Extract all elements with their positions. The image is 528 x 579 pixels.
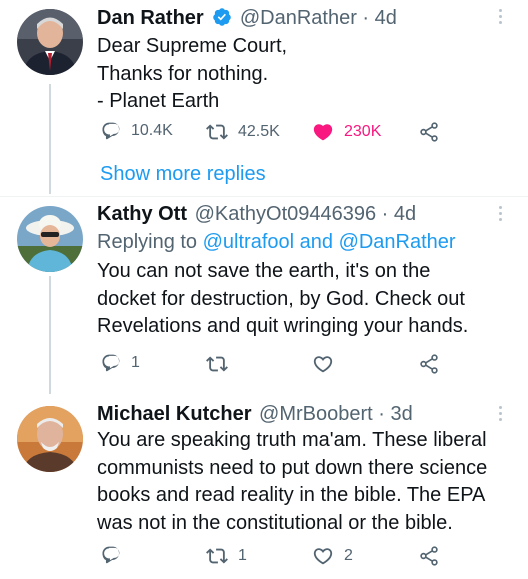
retweet-icon bbox=[206, 124, 228, 140]
thread-connector-line bbox=[49, 276, 51, 394]
replying-to-users-link[interactable]: @ultrafool and @DanRather bbox=[203, 231, 456, 253]
tweet-timestamp[interactable]: · 3d bbox=[378, 403, 412, 425]
author-handle[interactable]: @MrBoobert bbox=[259, 403, 373, 425]
tweet-text-line: Dear Supreme Court, bbox=[97, 35, 288, 57]
like-button[interactable]: 2 bbox=[312, 545, 353, 567]
tweet-text-line: You can not save the earth, it's on the bbox=[97, 260, 431, 282]
tweet-text-line: was not in the constitutional or the bib… bbox=[97, 511, 453, 534]
share-icon bbox=[420, 122, 438, 142]
tweet-text-line: communists need to put down there scienc… bbox=[97, 456, 488, 479]
tweet-text-line: Revelations and quit wringing your hands… bbox=[97, 315, 469, 337]
share-icon bbox=[420, 546, 438, 566]
tweet-text: You are speaking truth ma'am. These libe… bbox=[97, 427, 487, 537]
avatar-portrait-kathy-ott bbox=[17, 206, 83, 272]
share-button[interactable] bbox=[418, 353, 440, 375]
tweet-header: Dan Rather @DanRather · 4d bbox=[97, 6, 397, 33]
reply-button[interactable] bbox=[101, 545, 131, 565]
replying-to-label: Replying to bbox=[97, 231, 198, 253]
tweet-text: Dear Supreme Court, Thanks for nothing. … bbox=[97, 33, 287, 116]
tweet-text-line: books and read reality in the bible. The… bbox=[97, 484, 486, 506]
tweet-text-line: - Planet Earth bbox=[97, 90, 220, 112]
heart-filled-icon bbox=[313, 124, 333, 141]
retweet-icon bbox=[206, 356, 228, 372]
more-options-icon[interactable] bbox=[499, 406, 503, 426]
avatar-portrait-michael-kutcher bbox=[17, 406, 83, 472]
author-handle[interactable]: @DanRather bbox=[240, 7, 357, 29]
like-button[interactable]: 230K bbox=[312, 121, 381, 143]
tweet-timestamp[interactable]: · 4d bbox=[382, 203, 416, 225]
verified-badge-icon bbox=[212, 7, 232, 33]
tweet-timestamp[interactable]: · 4d bbox=[362, 7, 396, 29]
avatar-dan-rather[interactable] bbox=[17, 9, 83, 75]
reply-count: 1 bbox=[131, 354, 140, 371]
retweet-count: 1 bbox=[238, 547, 247, 564]
thread-connector-line bbox=[49, 84, 51, 194]
author-name[interactable]: Dan Rather bbox=[97, 7, 204, 29]
author-name[interactable]: Michael Kutcher bbox=[97, 403, 251, 425]
author-name[interactable]: Kathy Ott bbox=[97, 203, 187, 225]
retweet-button[interactable]: 42.5K bbox=[206, 121, 280, 143]
retweet-button[interactable]: 1 bbox=[206, 545, 247, 567]
avatar-kathy-ott[interactable] bbox=[17, 206, 83, 272]
retweet-count: 42.5K bbox=[238, 123, 280, 140]
reply-button[interactable]: 1 bbox=[101, 353, 140, 373]
show-more-replies-link[interactable]: Show more replies bbox=[100, 163, 266, 186]
avatar-michael-kutcher[interactable] bbox=[17, 406, 83, 472]
tweet-header: Michael Kutcher @MrBoobert · 3d bbox=[97, 402, 413, 426]
reply-button[interactable]: 10.4K bbox=[101, 121, 173, 141]
like-count: 230K bbox=[344, 123, 382, 140]
tweet-text-line: You are speaking truth ma'am. These libe… bbox=[97, 429, 487, 451]
tweet-text: You can not save the earth, it's on the … bbox=[97, 258, 468, 341]
replying-to-line: Replying to @ultrafool and @DanRather bbox=[97, 230, 456, 254]
tweet-header: Kathy Ott @KathyOt09446396 · 4d bbox=[97, 202, 416, 226]
heart-outline-icon bbox=[313, 356, 333, 373]
tweet-text-line: docket for destruction, by God. Check ou… bbox=[97, 287, 465, 310]
heart-outline-icon bbox=[313, 548, 333, 565]
share-button[interactable] bbox=[418, 545, 440, 567]
retweet-icon bbox=[206, 548, 228, 564]
tweet-text-line: Thanks for nothing. bbox=[97, 62, 269, 85]
like-count: 2 bbox=[344, 547, 353, 564]
author-handle[interactable]: @KathyOt09446396 bbox=[195, 203, 377, 225]
share-icon bbox=[420, 354, 438, 374]
avatar-portrait-dan-rather bbox=[17, 9, 83, 75]
reply-icon bbox=[102, 122, 120, 140]
retweet-button[interactable] bbox=[206, 353, 238, 375]
divider bbox=[0, 196, 528, 197]
more-options-icon[interactable] bbox=[499, 9, 503, 29]
reply-icon bbox=[102, 354, 120, 372]
more-options-icon[interactable] bbox=[499, 206, 503, 226]
reply-count: 10.4K bbox=[131, 122, 173, 139]
reply-icon bbox=[102, 546, 120, 564]
share-button[interactable] bbox=[418, 121, 440, 143]
like-button[interactable] bbox=[312, 353, 344, 375]
